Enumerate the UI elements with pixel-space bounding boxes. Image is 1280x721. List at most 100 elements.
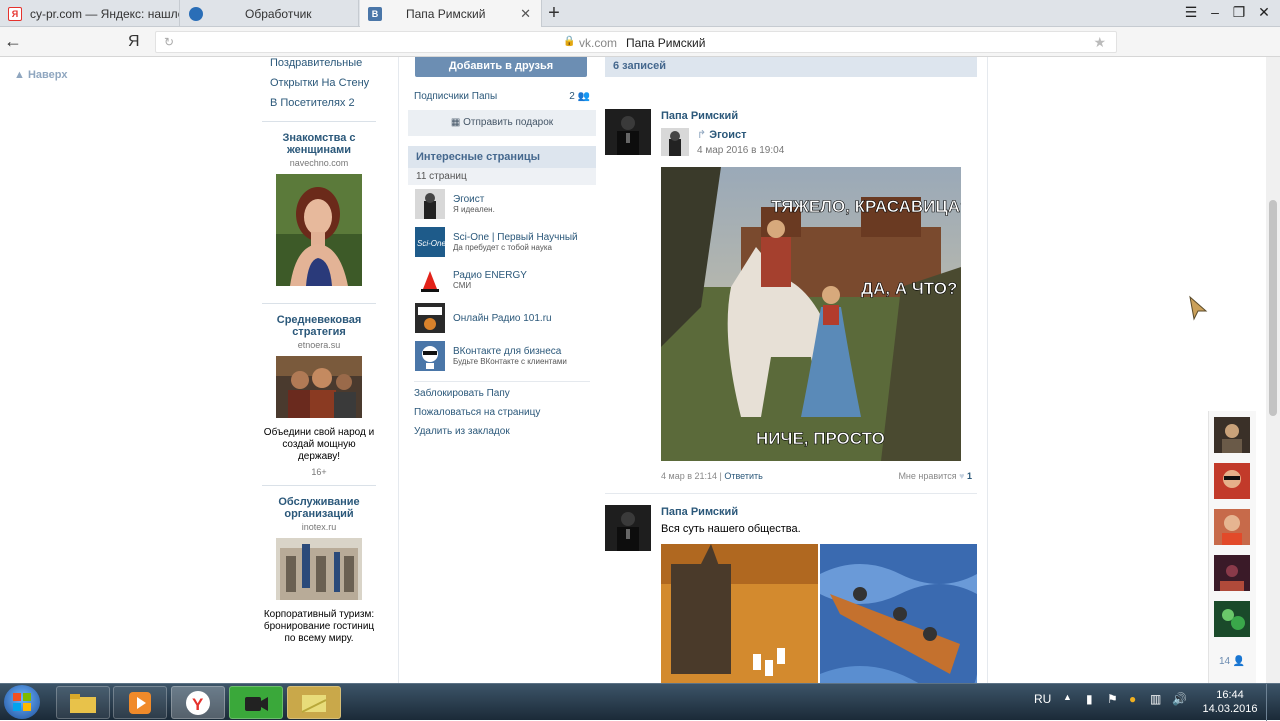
post-date[interactable]: 4 мар в 21:14 [661,471,717,481]
remove-bookmark-link[interactable]: Удалить из закладок [408,426,596,437]
friend-avatar[interactable] [1214,601,1250,637]
online-friends-bar: 14 👤 [1208,411,1256,683]
interesting-page-item[interactable]: Онлайн Радио 101.ru [408,299,596,337]
friend-avatar[interactable] [1214,463,1250,499]
address-field[interactable]: ↻ 🔒 vk.com Папа Римский ★ [155,31,1117,53]
repost-avatar[interactable] [661,128,689,156]
vk-page: ▲ Наверх Поздравительные Открытки На Сте… [0,57,1280,683]
interesting-page-item[interactable]: Радио ENERGY СМИ [408,261,596,299]
back-button[interactable]: ← [4,31,22,52]
friend-avatar[interactable] [1214,509,1250,545]
tray-expand-icon[interactable]: ▲ [1063,692,1072,702]
to-top-link[interactable]: ▲ Наверх [14,69,67,81]
block-user-link[interactable]: Заблокировать Папу [408,388,596,399]
system-clock[interactable]: 16:44 14.03.2016 [1199,688,1261,716]
taskbar-media[interactable] [113,686,167,719]
post-image-boat[interactable] [820,544,977,683]
subscribers-row[interactable]: Подписчики Папы 2 👥 [408,91,596,102]
report-page-link[interactable]: Пожаловаться на страницу [408,407,596,418]
yandex-button[interactable]: Я [128,33,140,51]
mouse-cursor-icon [1189,295,1208,321]
maximize-icon[interactable]: ❐ [1229,4,1249,21]
ad-image-woman[interactable] [276,174,362,286]
battery-icon[interactable]: ▮ [1086,692,1093,706]
taskbar-notes[interactable] [287,686,341,719]
friend-avatar[interactable] [1214,417,1250,453]
folder-icon [70,693,96,713]
start-button[interactable] [4,685,40,719]
interesting-pages-header[interactable]: Интересные страницы [408,146,596,168]
close-tab-icon[interactable]: ✕ [520,6,531,22]
ad-title[interactable]: Средневековая стратегия [262,314,376,338]
page-name: Онлайн Радио 101.ru [453,312,552,324]
tab-handler[interactable]: Обработчик [181,0,359,27]
page-scrollbar[interactable] [1266,57,1280,683]
interesting-page-item[interactable]: Эгоист Я идеален. [408,185,596,223]
windows-taskbar: Y RU ▲ ▮ ⚑ ● ▥ 🔊 16:44 14.03.2016 [0,683,1280,721]
yandex-tray-icon[interactable]: ● [1129,692,1136,706]
meme-text-1: ТЯЖЕЛО, КРАСАВИЦА? [771,197,961,216]
friend-avatar[interactable] [1214,555,1250,591]
page-name: Sci-One | Первый Научный [453,232,578,243]
author-avatar[interactable] [605,109,651,155]
page-status: Я идеален. [453,205,495,214]
post-image-cat[interactable] [661,544,818,683]
windows-logo-icon [13,693,31,711]
send-gift-label: Отправить подарок [463,117,554,128]
menu-icon[interactable]: ☰ [1181,4,1201,21]
menu-link-visitors[interactable]: В Посетителях 2 [270,97,384,109]
like-button[interactable]: Мне нравится ♥ 1 [898,471,972,481]
send-gift-button[interactable]: ▦ Отправить подарок [408,110,596,136]
friends-count-value: 14 [1219,656,1231,667]
egoist-avatar [415,189,445,219]
repost-icon: ↱ [697,129,710,141]
flag-icon[interactable]: ⚑ [1107,692,1118,706]
ad-business[interactable]: Обслуживание организаций inotex.ru Корпо… [262,485,376,653]
vk-icon: B [368,6,382,21]
language-indicator[interactable]: RU [1034,692,1051,706]
heart-icon: ♥ [959,471,965,481]
camera-icon [245,696,268,711]
menu-link-greetings[interactable]: Поздравительные [270,57,384,69]
volume-icon[interactable]: 🔊 [1172,692,1187,706]
post-author[interactable]: Папа Римский [661,506,738,518]
taskbar-yandex-browser[interactable]: Y [171,686,225,719]
friends-count[interactable]: 14 👤 [1219,656,1245,667]
like-count: 1 [966,471,972,481]
reply-link[interactable]: Ответить [724,471,762,481]
taskbar-explorer[interactable] [56,686,110,719]
address-host: vk.com [579,36,618,50]
ad-title[interactable]: Знакомства с женщинами [262,132,376,156]
post-author[interactable]: Папа Римский [661,110,738,122]
browser-icon [189,6,203,21]
ad-title[interactable]: Обслуживание организаций [262,496,376,520]
address-title: Папа Римский [626,36,706,50]
author-avatar[interactable] [605,505,651,551]
network-icon[interactable]: ▥ [1150,692,1161,706]
tab-vk[interactable]: B Папа Римский ✕ [360,0,542,27]
scrollbar-thumb[interactable] [1269,200,1277,416]
bookmark-star-icon[interactable]: ★ [1093,34,1106,51]
wall-header[interactable]: 6 записей [605,57,977,77]
ad-dating[interactable]: Знакомства с женщинами navechno.com [262,121,376,303]
new-tab-button[interactable]: + [543,2,565,25]
ad-image-hotel[interactable] [276,538,362,600]
show-desktop-button[interactable] [1266,684,1280,721]
menu-link-cards[interactable]: Открытки На Стену [270,77,384,89]
ad-strategy[interactable]: Средневековая стратегия etnoera.su Объед… [262,303,376,485]
minimize-icon[interactable]: – [1205,4,1225,20]
ad-image-warriors[interactable] [276,356,362,418]
repost-source[interactable]: ↱ Эгоист [697,128,747,141]
subscribers-label: Подписчики Папы [414,91,498,102]
interesting-page-item[interactable]: Sci-One Sci-One | Первый Научный Да пребу… [408,223,596,261]
page-name: Эгоист [453,194,485,205]
taskbar-camera[interactable] [229,686,283,719]
reload-icon[interactable]: ↻ [164,35,174,49]
close-window-icon[interactable]: ✕ [1254,4,1274,21]
post-image-painting[interactable]: ТЯЖЕЛО, КРАСАВИЦА? ДА, А ЧТО? НИЧЕ, ПРОС… [661,167,961,461]
repost-date[interactable]: 4 мар 2016 в 19:04 [697,145,784,156]
tab-yandex[interactable]: Я cy-pr.com — Яндекс: нашлось [0,0,180,27]
add-friend-button[interactable]: Добавить в друзья [415,57,587,77]
sci-one-logo: Sci-One [415,227,445,257]
interesting-page-item[interactable]: ВКонтакте для бизнеса Будьте ВКонтакте с … [408,337,596,375]
